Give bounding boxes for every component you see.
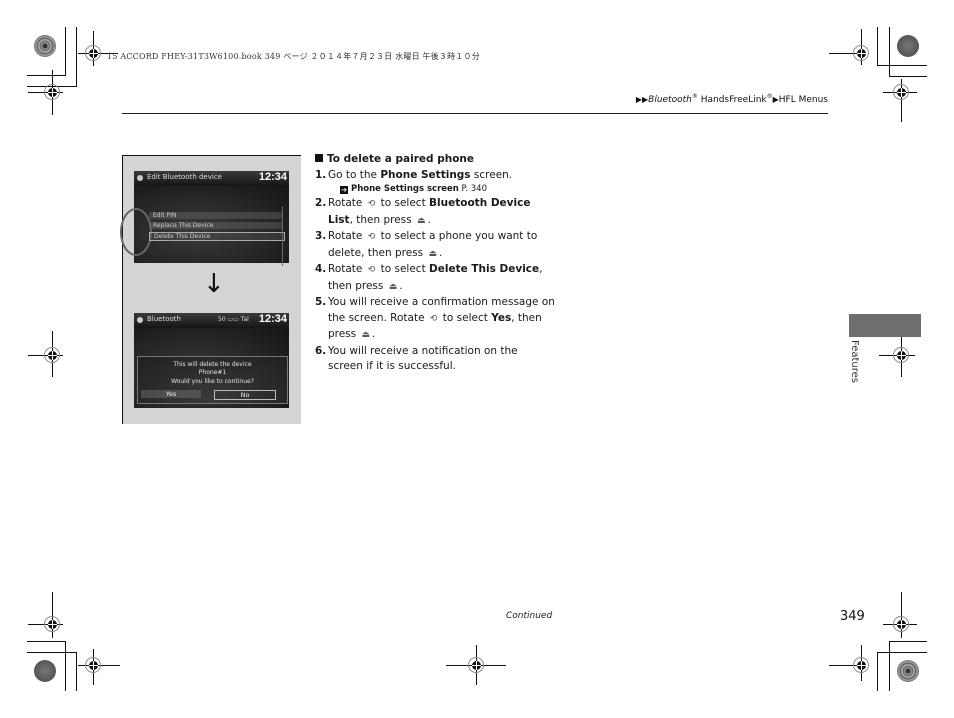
screen-header: Bluetooth 50 ▭▭ Tal 12:34 xyxy=(134,313,289,328)
header-rule xyxy=(122,113,828,114)
screen-title: Bluetooth xyxy=(147,315,181,323)
chapter-tab[interactable] xyxy=(849,314,921,337)
breadcrumb: ▶▶Bluetooth® HandsFreeLink®▶HFL Menus xyxy=(635,93,828,105)
menu-item-edit-pin[interactable]: Edit PIN xyxy=(149,212,283,219)
rotate-knob-icon: ⟲ xyxy=(367,265,376,275)
registration-mark-icon xyxy=(829,29,871,65)
press-knob-icon: ⏏ xyxy=(388,281,398,292)
color-registration-disc-bottom-right xyxy=(897,660,919,682)
confirm-dialog: This will delete the device Phone#1 Woul… xyxy=(137,356,288,404)
rotate-knob-icon: ⟲ xyxy=(429,313,438,324)
reference-link[interactable]: Phone Settings screen xyxy=(351,184,459,194)
crop-line xyxy=(27,75,66,76)
settings-icon xyxy=(137,175,143,181)
crop-line xyxy=(76,652,77,691)
crop-line xyxy=(889,76,927,77)
breadcrumb-hfl-menus[interactable]: HFL Menus xyxy=(779,95,828,105)
chapter-tab-label[interactable]: Features xyxy=(849,340,860,383)
dialog-device-name: Phone#1 xyxy=(198,369,227,376)
no-button[interactable]: No xyxy=(214,390,276,400)
crop-line xyxy=(877,65,927,66)
color-registration-disc-top-left xyxy=(34,35,56,57)
cross-reference[interactable]: ➔ Phone Settings screen P. 340 xyxy=(315,183,555,196)
press-knob-icon: ⏏ xyxy=(428,248,437,259)
step-5: 5. You will receive a confirmation messag… xyxy=(315,295,555,344)
registration-mark-icon xyxy=(78,31,118,66)
breadcrumb-bluetooth[interactable]: Bluetooth xyxy=(648,95,692,105)
step-6: 6. You will receive a notification on the… xyxy=(315,344,518,373)
crop-line xyxy=(877,652,878,691)
crop-line xyxy=(877,27,878,66)
press-knob-icon: ⏏ xyxy=(361,330,371,340)
crop-line xyxy=(65,641,66,691)
crop-line xyxy=(27,652,77,653)
color-registration-disc-top-right xyxy=(897,35,919,57)
rotate-knob-icon: ⟲ xyxy=(367,232,376,242)
registration-mark-icon xyxy=(829,645,871,681)
step-2: 2. Rotate ⟲ to select Bluetooth Device Li… xyxy=(315,196,555,229)
step-3: 3. Rotate ⟲ to select a phone you want to… xyxy=(315,229,555,262)
settings-icon xyxy=(137,317,143,323)
continued-label: Continued xyxy=(506,611,553,621)
crop-line xyxy=(76,27,77,87)
screen-header: Edit Bluetooth device 12:34 xyxy=(134,171,289,186)
registration-mark-icon xyxy=(28,70,63,115)
delete-confirmation-screen: Bluetooth 50 ▭▭ Tal 12:34 This will dele… xyxy=(134,313,289,408)
dialog-message-line: This will delete the device xyxy=(173,361,252,368)
instructions: To delete a paired phone 1. Go to the Pho… xyxy=(315,152,555,375)
crop-line xyxy=(65,27,66,75)
step-1: 1. Go to the Phone Settings screen. xyxy=(315,168,513,181)
dialog-question: Would you like to continue? xyxy=(171,378,254,385)
color-registration-disc-bottom-left xyxy=(34,660,56,682)
arrow-down-icon: ↓ xyxy=(203,269,225,299)
clock: 12:34 xyxy=(258,171,287,183)
step-4: 4. Rotate ⟲ to select Delete This Device,… xyxy=(315,262,555,295)
crop-line xyxy=(889,641,890,691)
square-bullet-icon xyxy=(315,154,323,162)
page-number: 349 xyxy=(840,609,865,624)
rotate-knob-icon: ⟲ xyxy=(367,199,376,209)
section-heading: To delete a paired phone xyxy=(315,152,555,168)
screen-title: Edit Bluetooth device xyxy=(147,173,222,181)
menu-item-delete-device[interactable]: Delete This Device xyxy=(149,232,285,241)
crop-line xyxy=(27,641,66,642)
crop-line xyxy=(877,652,927,653)
screenshot-panel: Edit Bluetooth device 12:34 Edit PIN Rep… xyxy=(120,155,301,424)
registration-mark-icon xyxy=(78,649,120,685)
registration-mark-icon xyxy=(879,331,915,377)
press-knob-icon: ⏏ xyxy=(416,215,426,226)
registration-mark-icon xyxy=(28,331,63,377)
registration-mark-icon xyxy=(28,592,63,638)
crop-line xyxy=(889,27,890,76)
reference-arrow-icon: ➔ xyxy=(340,186,348,194)
breadcrumb-arrow-icon: ▶▶ xyxy=(635,95,649,104)
menu-item-replace-device[interactable]: Replace This Device xyxy=(149,222,283,229)
signal-battery-indicator: 50 ▭▭ Tal xyxy=(218,316,249,323)
registration-mark-icon xyxy=(883,79,917,122)
breadcrumb-handsfreelink[interactable]: HandsFreeLink xyxy=(698,95,767,105)
registration-mark-icon xyxy=(883,592,917,638)
knob-arc-icon xyxy=(120,208,152,256)
registration-mark-icon xyxy=(446,645,506,685)
print-header: 15 ACCORD FHEY-31T3W6100.book 349 ページ ２０… xyxy=(107,52,480,61)
scrollbar[interactable] xyxy=(282,206,283,266)
yes-button[interactable]: Yes xyxy=(141,390,201,398)
clock: 12:34 xyxy=(258,313,287,325)
crop-line xyxy=(889,641,927,642)
edit-bluetooth-device-screen: Edit Bluetooth device 12:34 Edit PIN Rep… xyxy=(120,171,289,266)
